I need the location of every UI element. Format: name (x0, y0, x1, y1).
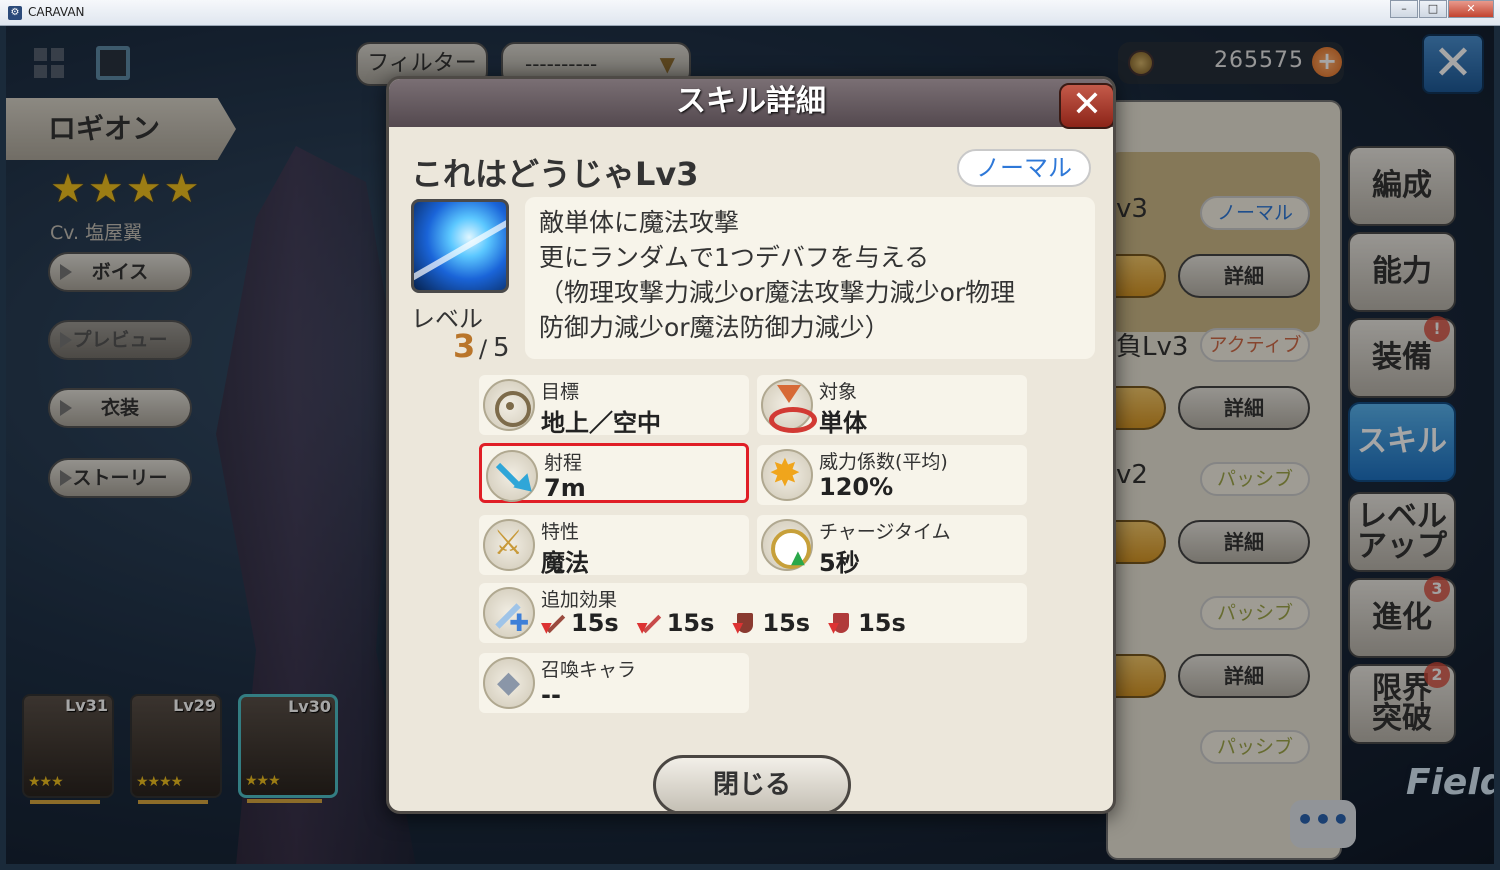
description-line: 防御力減少or魔法防御力減少） (539, 313, 890, 342)
explosion-icon (761, 449, 813, 501)
stat-trait: 特性 魔法 (479, 515, 749, 577)
game-area: フィルター ---------- ▼ 265575 + ✕ ロギオン ★★★★ … (6, 26, 1494, 864)
stat-summon: 召喚キャラ -- (479, 653, 749, 713)
magic-defense-down-icon (828, 610, 854, 636)
window-close-button[interactable]: ✕ (1448, 0, 1494, 18)
effect-item: 15s (637, 609, 715, 637)
stat-power: 威力係数(平均) 120% (757, 445, 1027, 505)
effect-item: 15s (732, 609, 810, 637)
stat-charge-time: チャージタイム 5秒 (757, 515, 1027, 577)
level-current: 3 (453, 327, 476, 365)
crosshair-icon (483, 379, 535, 431)
level-max: 5 (493, 333, 510, 363)
effect-list: 15s 15s 15s 15s (541, 609, 906, 637)
stat-additional-effect: 追加効果 15s 15s 15s 15s (479, 583, 1027, 643)
window-title: CARAVAN (28, 5, 85, 19)
window-titlebar: ⚙ CARAVAN – □ ✕ (0, 0, 1500, 26)
description-line: 更にランダムで1つデバフを与える (539, 243, 930, 272)
close-button[interactable]: 閉じる (653, 755, 851, 811)
maximize-button[interactable]: □ (1419, 0, 1447, 18)
effect-item: 15s (828, 609, 906, 637)
target-marker-icon (761, 379, 817, 433)
window-controls: – □ ✕ (1389, 0, 1494, 18)
description-line: （物理攻撃力減少or魔法攻撃力減少or物理 (539, 278, 1016, 307)
modal-title: スキル詳細 (676, 84, 826, 119)
modal-close-button[interactable]: ✕ (1059, 83, 1113, 129)
skill-name: これはどうじゃLv3 (411, 155, 699, 193)
defense-down-icon (732, 610, 758, 636)
description-line: 敵単体に魔法攻撃 (539, 208, 740, 237)
magic-attack-down-icon (637, 610, 663, 636)
skill-type-badge: ノーマル (957, 149, 1091, 187)
level-separator: / (479, 335, 488, 363)
stat-target-type: 対象 単体 (757, 375, 1027, 437)
skill-description: 敵単体に魔法攻撃 更にランダムで1つデバフを与える （物理攻撃力減少or魔法攻撃… (525, 197, 1095, 359)
stat-range: 射程 7m (479, 443, 749, 503)
skill-detail-modal: スキル詳細 ✕ これはどうじゃLv3 ノーマル レベル 3 / 5 敵単体に魔法… (386, 76, 1116, 814)
attack-down-icon (541, 610, 567, 636)
effect-item: 15s (541, 609, 619, 637)
range-arrow-icon (486, 450, 538, 502)
app-icon: ⚙ (8, 6, 22, 20)
clock-icon (761, 519, 813, 571)
buff-sword-icon (483, 587, 535, 639)
minimize-button[interactable]: – (1390, 0, 1418, 18)
sword-icon (483, 519, 535, 571)
stat-target: 目標 地上／空中 (479, 375, 749, 437)
summon-creature-icon (483, 657, 535, 709)
modal-header: スキル詳細 (389, 79, 1113, 127)
skill-icon (411, 199, 509, 293)
